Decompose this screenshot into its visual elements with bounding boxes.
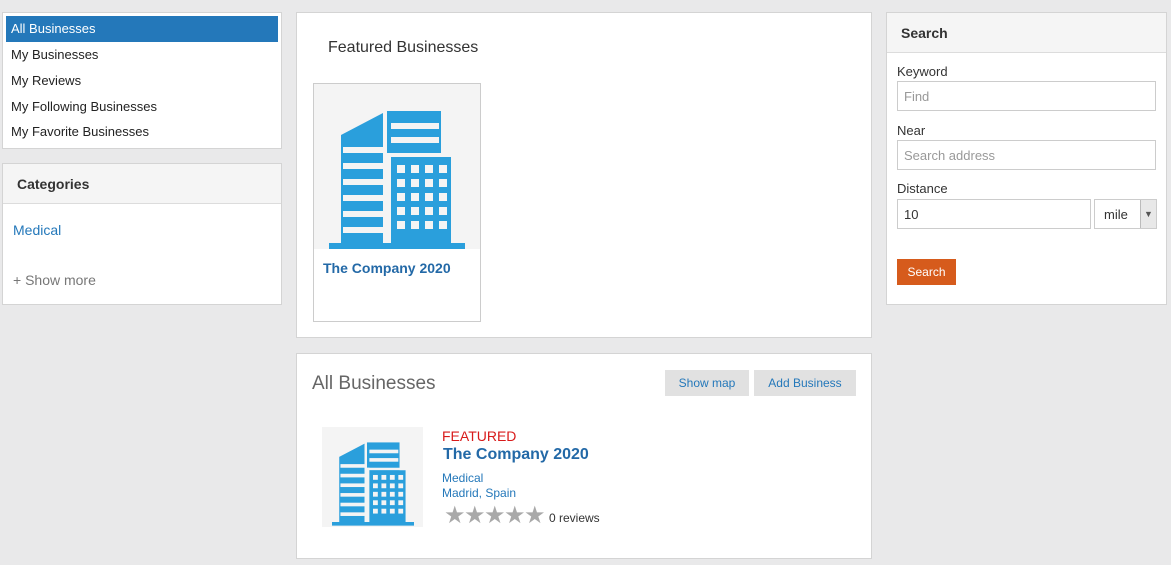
- review-count: 0 reviews: [549, 511, 600, 525]
- chevron-down-icon[interactable]: ▼: [1140, 200, 1156, 228]
- nav-all-businesses[interactable]: All Businesses: [6, 16, 278, 42]
- star-icon: ★: [484, 502, 506, 529]
- listing-category-link[interactable]: Medical: [442, 471, 483, 485]
- category-link-medical[interactable]: Medical: [13, 222, 61, 238]
- listing-location: Madrid, Spain: [442, 486, 517, 500]
- star-icon: ★: [504, 502, 526, 529]
- search-button[interactable]: Search: [897, 259, 956, 285]
- office-building-icon: [329, 111, 465, 249]
- distance-unit-value: mile: [1104, 207, 1128, 222]
- listing-thumbnail[interactable]: [322, 427, 423, 527]
- categories-panel: Categories Medical + Show more: [2, 163, 282, 305]
- featured-business-card[interactable]: The Company 2020: [313, 83, 481, 322]
- near-label: Near: [897, 123, 926, 138]
- search-title: Search: [887, 13, 1166, 53]
- show-more-link[interactable]: + Show more: [13, 272, 96, 288]
- add-business-button[interactable]: Add Business: [754, 370, 856, 396]
- featured-businesses-panel: Featured Businesses The Company 2020: [296, 12, 872, 338]
- business-nav: All Businesses My Businesses My Reviews …: [2, 12, 282, 149]
- business-thumbnail[interactable]: [314, 84, 480, 249]
- distance-input[interactable]: [897, 199, 1091, 229]
- rating-stars: ★ ★ ★ ★ ★: [444, 502, 546, 529]
- distance-label: Distance: [897, 181, 948, 196]
- office-building-icon: [331, 442, 414, 526]
- search-panel: Search Keyword Near Distance mile ▼ Sear…: [886, 12, 1167, 305]
- all-businesses-panel: All Businesses Show map Add Business FEA…: [296, 353, 872, 559]
- show-map-button[interactable]: Show map: [665, 370, 749, 396]
- all-businesses-title: All Businesses: [312, 373, 436, 394]
- nav-my-reviews[interactable]: My Reviews: [6, 68, 278, 94]
- featured-badge: FEATURED: [442, 428, 517, 444]
- near-input[interactable]: [897, 140, 1156, 170]
- keyword-input[interactable]: [897, 81, 1156, 111]
- nav-my-favorite-businesses[interactable]: My Favorite Businesses: [6, 119, 278, 145]
- listing-business-name[interactable]: The Company 2020: [443, 446, 589, 464]
- nav-my-businesses[interactable]: My Businesses: [6, 42, 278, 68]
- star-icon: ★: [464, 502, 486, 529]
- star-icon: ★: [524, 502, 546, 529]
- categories-title: Categories: [3, 164, 281, 204]
- distance-unit-select[interactable]: mile ▼: [1094, 199, 1157, 229]
- star-icon: ★: [444, 502, 466, 529]
- nav-my-following-businesses[interactable]: My Following Businesses: [6, 94, 278, 120]
- keyword-label: Keyword: [897, 64, 948, 79]
- featured-title: Featured Businesses: [328, 39, 479, 56]
- featured-business-name[interactable]: The Company 2020: [323, 260, 451, 276]
